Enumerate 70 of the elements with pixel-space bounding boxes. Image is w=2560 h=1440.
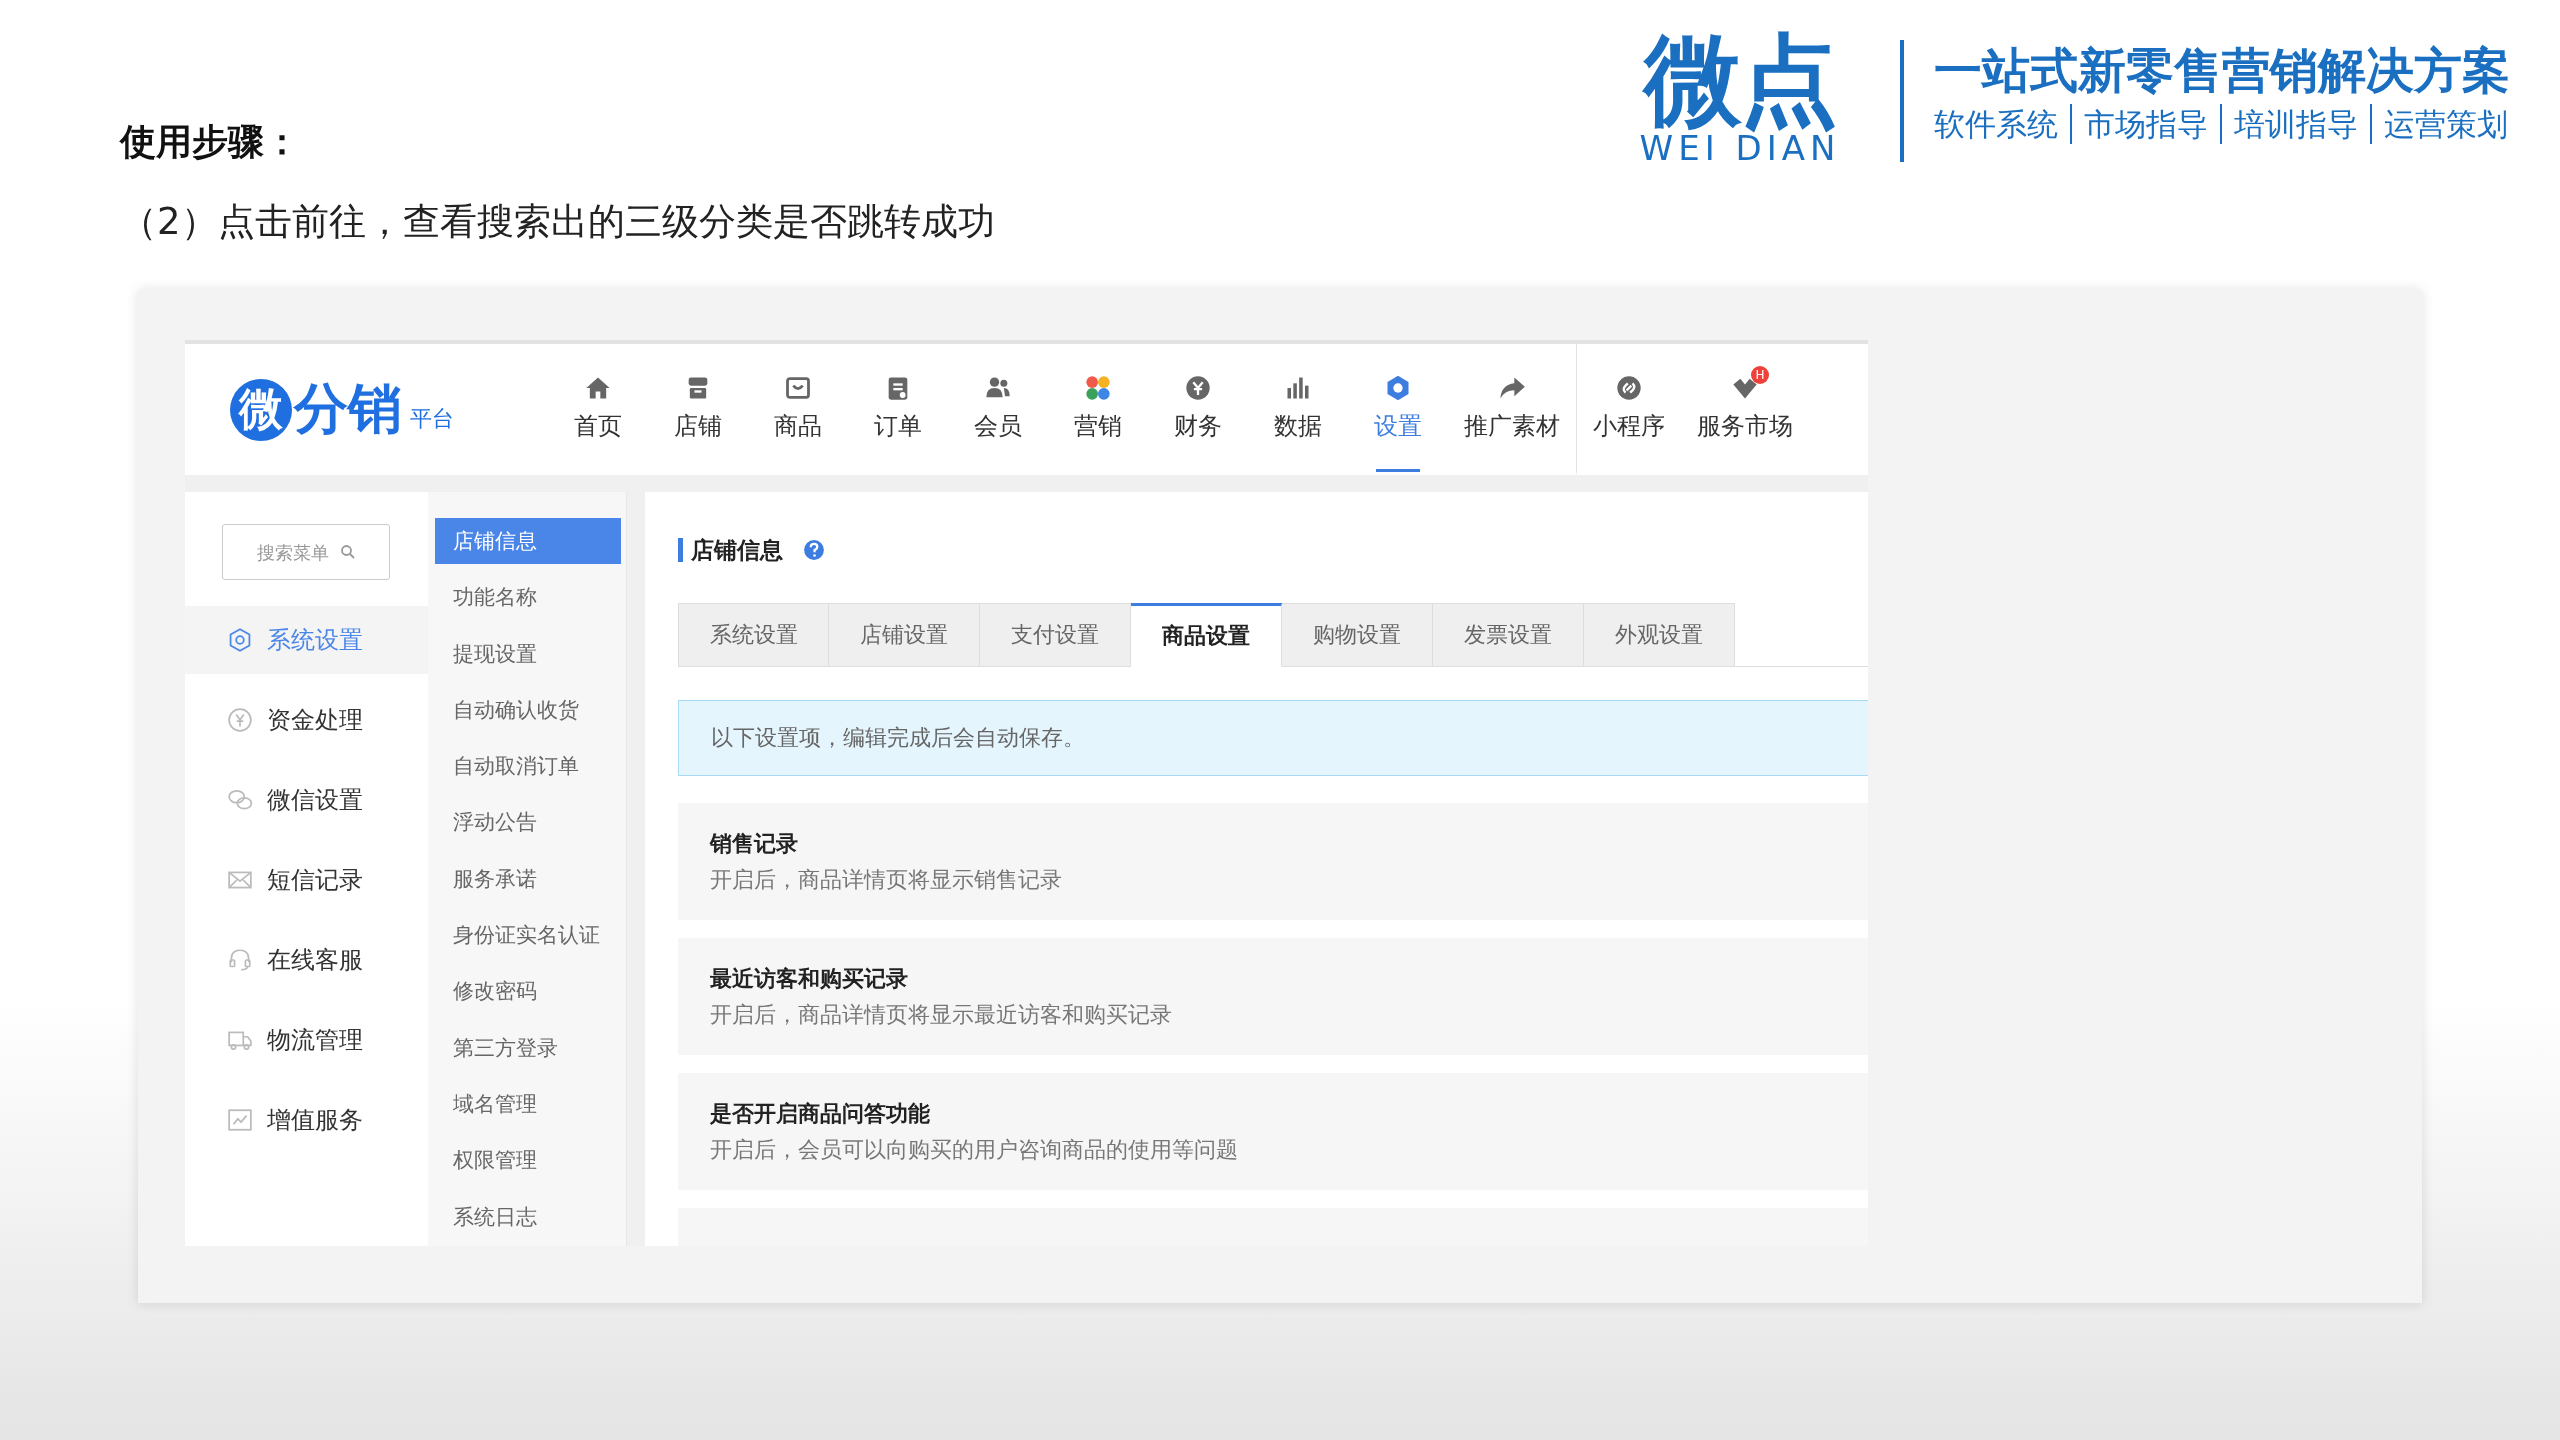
nav-item[interactable]: 会员 (948, 344, 1048, 475)
submenu-item[interactable]: 系统日志 (435, 1193, 621, 1240)
step-text: （2）点击前往，查看搜索出的三级分类是否跳转成功 (120, 199, 995, 245)
settings-tab[interactable]: 购物设置 (1282, 603, 1433, 667)
submenu-item[interactable]: 修改密码 (435, 968, 621, 1015)
nav-item[interactable]: 店铺 (648, 344, 748, 475)
search-field[interactable]: 搜索菜单 (222, 524, 390, 580)
nav-item[interactable]: 首页 (548, 344, 648, 475)
settings-tab[interactable]: 商品设置 (1131, 603, 1282, 667)
info-notice: 以下设置项，编辑完成后会自动保存。 (678, 700, 1868, 776)
finance-icon (1184, 374, 1212, 402)
submenu-item[interactable]: 域名管理 (435, 1080, 621, 1127)
submenu-item[interactable]: 服务承诺 (435, 855, 621, 902)
nav-item[interactable]: 营销 (1048, 344, 1148, 475)
sidebar-item[interactable]: 物流管理 (185, 1006, 428, 1074)
logo-suffix: 平台 (410, 404, 454, 433)
setting-description: 开启后，商品详情页将显示最近访客和购买记录 (710, 1001, 1173, 1029)
title-marker (678, 538, 683, 562)
yuan-icon (227, 707, 253, 733)
sidebar-item[interactable]: 资金处理 (185, 686, 428, 754)
service-label: 软件系统 (1934, 105, 2059, 144)
service-label: 培训指导 (2220, 104, 2370, 144)
setting-description: 开启后，会员可以向购买的用户咨询商品的使用等问题 (710, 1136, 1239, 1164)
nav-item[interactable]: 财务 (1148, 344, 1248, 475)
submenu-item[interactable]: 第三方登录 (435, 1024, 621, 1071)
marketing-icon (1084, 374, 1112, 402)
search-icon (340, 544, 356, 560)
submenu-item[interactable]: 身份证实名认证 (435, 912, 621, 959)
gear-icon (227, 627, 253, 653)
sidebar-item[interactable]: 短信记录 (185, 846, 428, 914)
settings-tab[interactable]: 发票设置 (1433, 603, 1584, 667)
service-label: 运营策划 (2370, 104, 2520, 144)
submenu-item[interactable]: 功能名称 (435, 574, 621, 621)
submenu-item[interactable]: 权限管理 (435, 1137, 621, 1184)
goods-icon (784, 374, 812, 402)
submenu-item[interactable]: 浮动公告 (435, 799, 621, 846)
setting-title: 销售记录 (710, 830, 799, 858)
settings-tab[interactable]: 外观设置 (1584, 603, 1735, 667)
submenu-item[interactable]: 自动取消订单 (435, 743, 621, 790)
slogan: 一站式新零售营销解决方案 (1934, 41, 2511, 100)
panel-title: 店铺信息 (691, 535, 783, 565)
nav-item[interactable]: 推广素材 (1448, 344, 1576, 475)
notification-badge: H (1751, 366, 1769, 384)
submenu-item[interactable]: 店铺信息 (435, 518, 621, 564)
sidebar-item[interactable]: 系统设置 (185, 606, 428, 674)
sidebar-item[interactable]: 微信设置 (185, 766, 428, 834)
help-icon[interactable] (803, 539, 825, 561)
chat-icon (227, 787, 253, 813)
settings-tab[interactable]: 支付设置 (980, 603, 1131, 667)
setting-title: 最近访客和购买记录 (710, 965, 909, 993)
submenu-item[interactable]: 自动确认收货 (435, 686, 621, 733)
nav-item[interactable]: 数据 (1248, 344, 1348, 475)
logo-name: 分销 (294, 376, 402, 442)
logo-mark: 微 (230, 378, 292, 441)
settings-tab[interactable]: 系统设置 (678, 603, 829, 667)
slide-heading: 使用步骤： (120, 120, 301, 164)
chart-icon (227, 1107, 253, 1133)
sidebar-item[interactable]: 在线客服 (185, 926, 428, 994)
settings-tab[interactable]: 店铺设置 (829, 603, 980, 667)
submenu-item[interactable]: 提现设置 (435, 630, 621, 677)
link-icon (1615, 374, 1643, 402)
service-label: 市场指导 (2070, 104, 2220, 144)
setting-title: 是否开启商品问答功能 (710, 1100, 931, 1128)
nav-item[interactable]: 商品 (748, 344, 848, 475)
nav-item[interactable]: H 服务市场 (1681, 344, 1809, 475)
nav-item[interactable]: 订单 (848, 344, 948, 475)
sidebar-item[interactable]: 增值服务 (185, 1086, 428, 1154)
setting-description: 开启后，商品详情页将显示销售记录 (710, 866, 1063, 894)
nav-item[interactable]: 小程序 (1576, 344, 1681, 475)
headset-icon (227, 947, 253, 973)
